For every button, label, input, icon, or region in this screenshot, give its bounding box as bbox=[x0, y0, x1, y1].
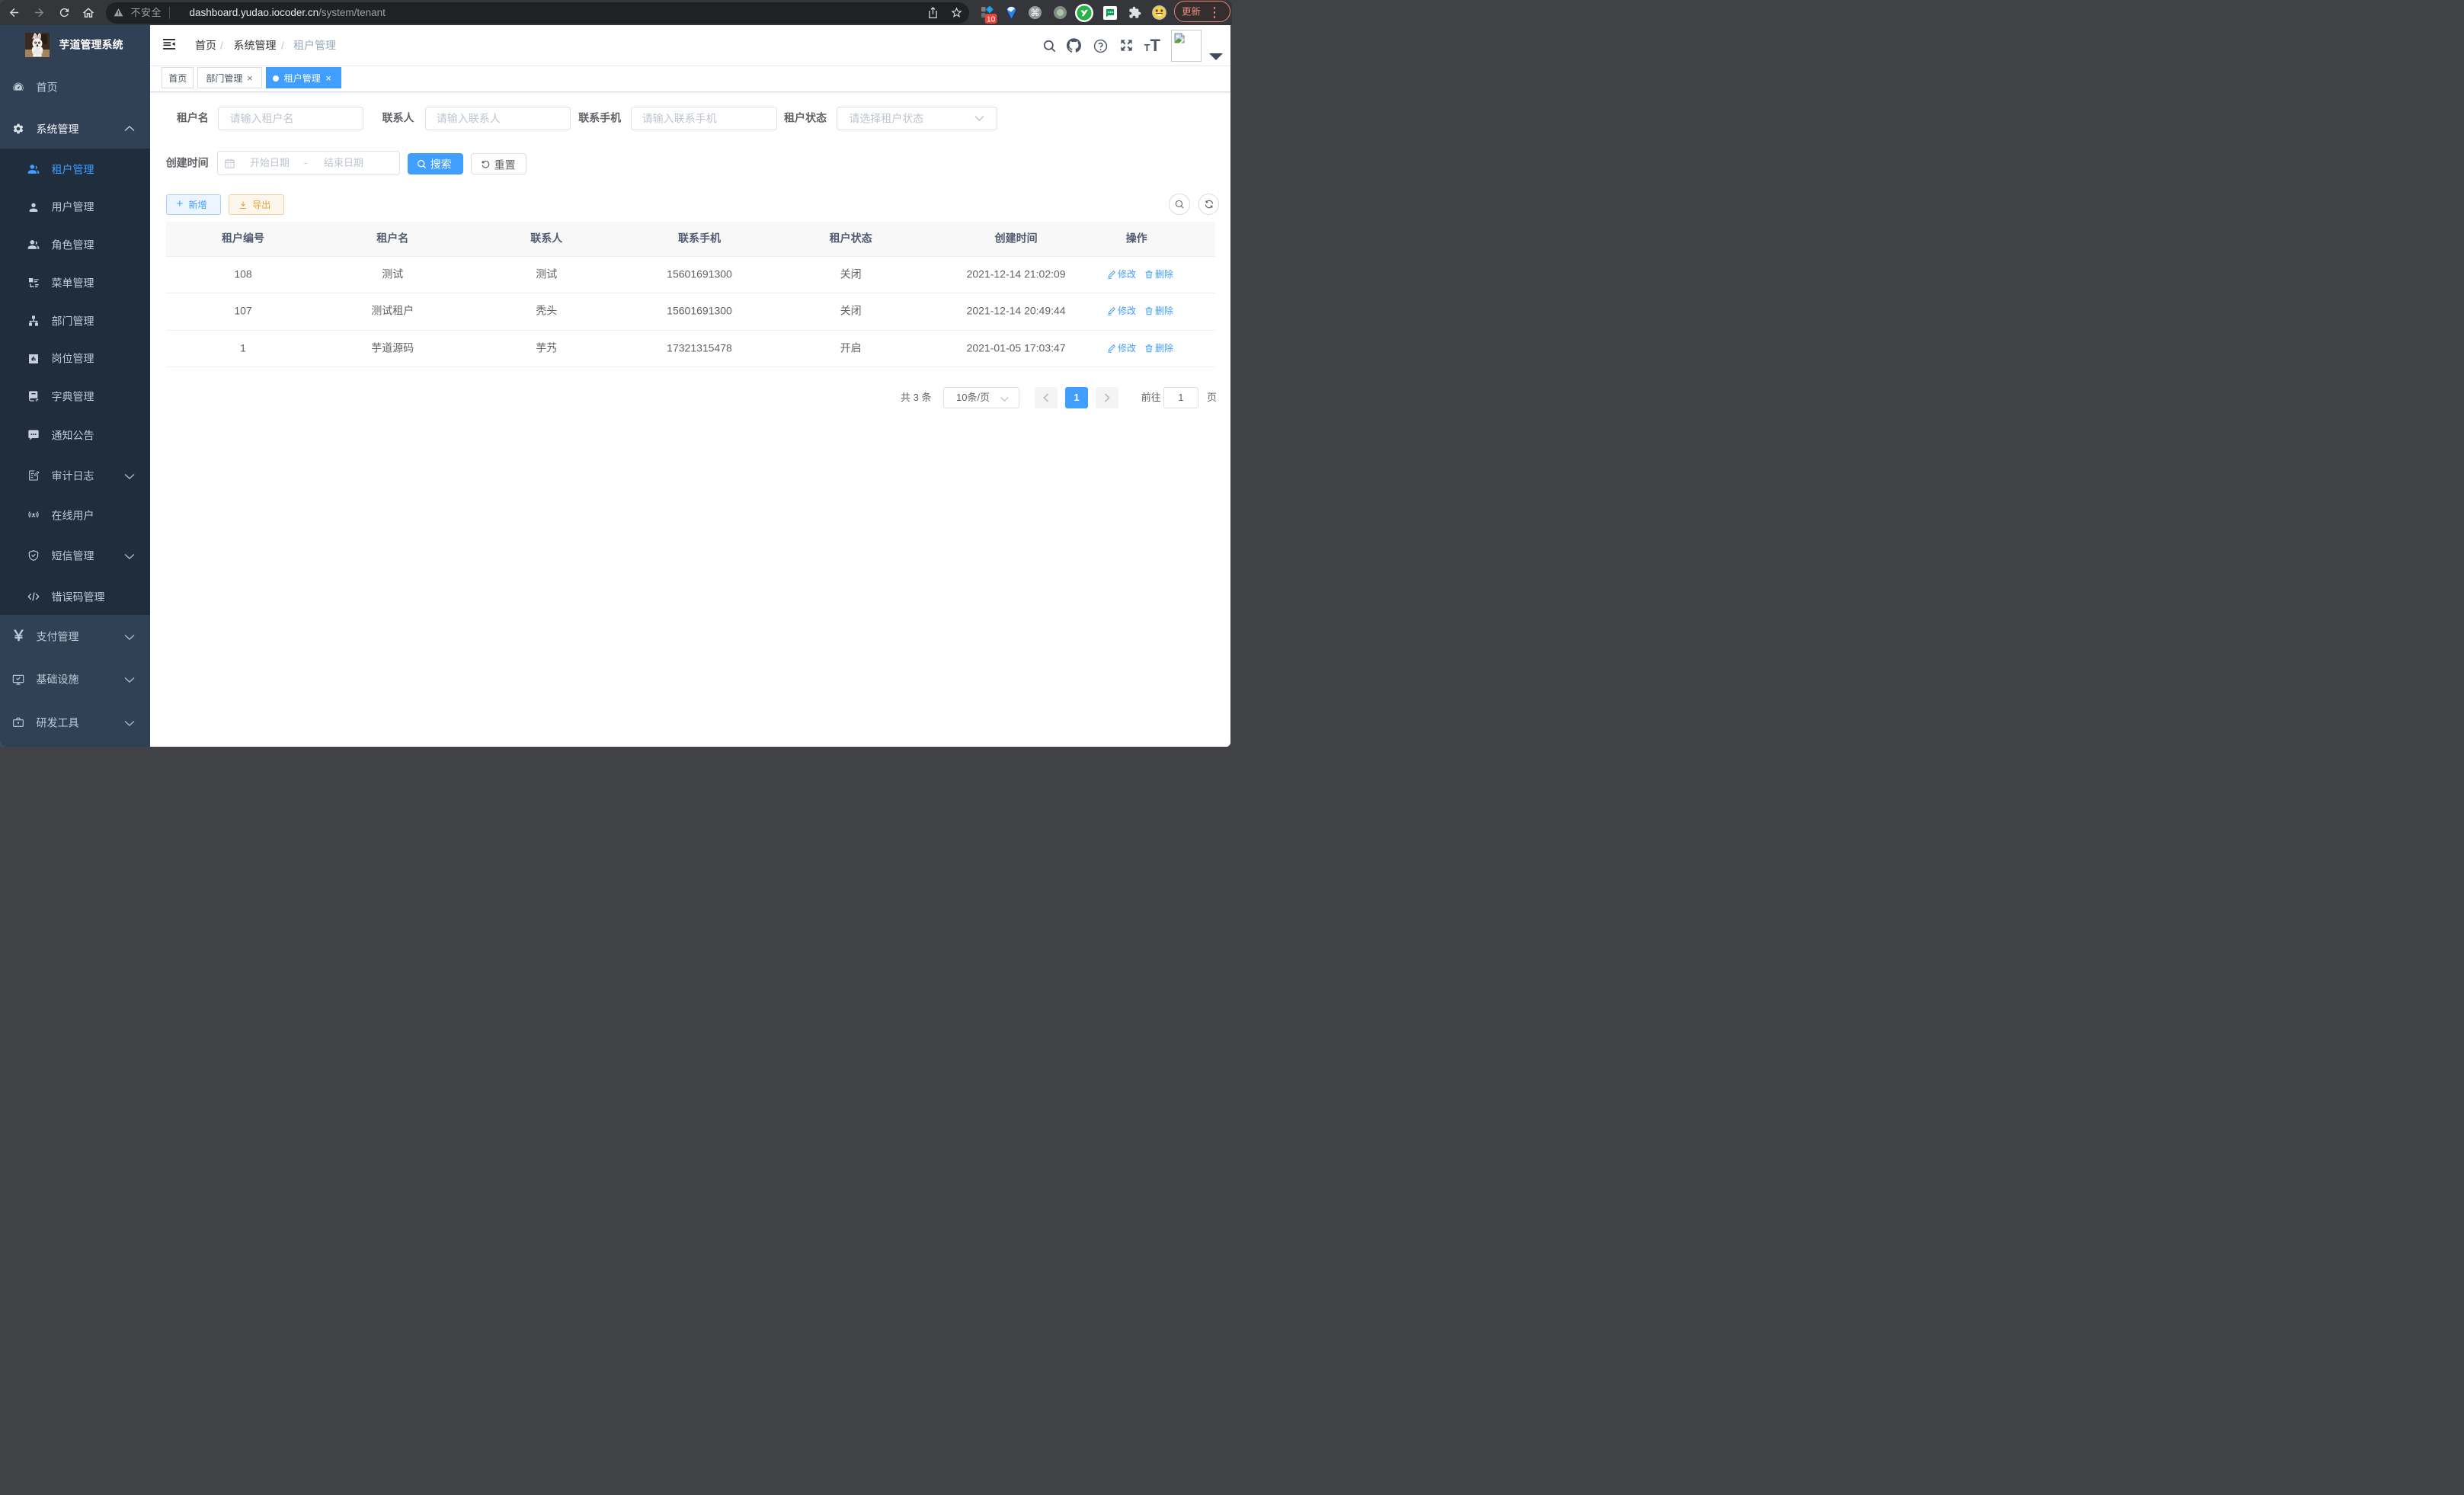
svg-text:10: 10 bbox=[987, 15, 996, 24]
svg-text:⌘: ⌘ bbox=[1030, 8, 1040, 18]
